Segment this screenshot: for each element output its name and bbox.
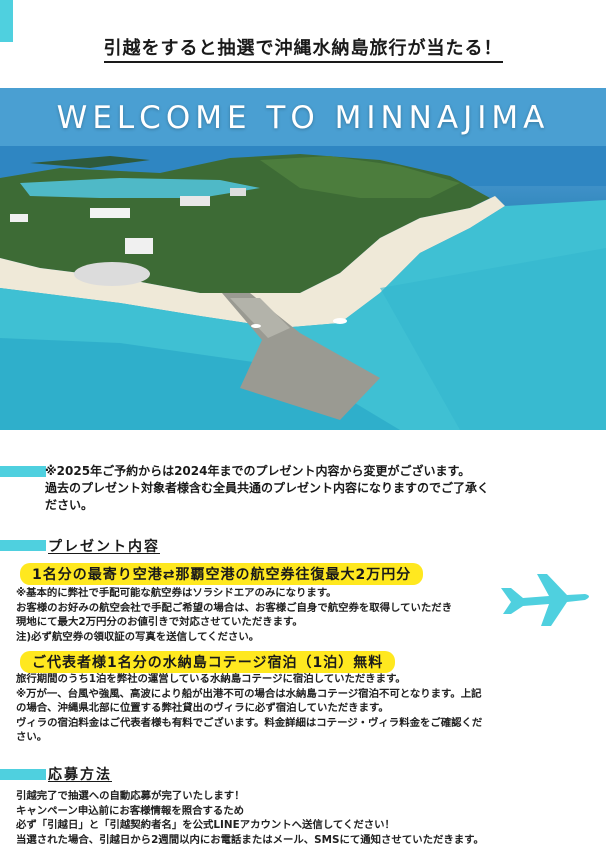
present-heading: プレゼント内容 (48, 539, 160, 555)
island-aerial-illustration (0, 88, 606, 430)
hero-image: WELCOME TO MINNAJIMA (0, 88, 606, 430)
detail-line: ヴィラの宿泊料金はご代表者様も有料でございます。料金詳細はコテージ・ヴィラ料金を… (16, 716, 483, 729)
page-title-wrap: 引越をすると抽選で沖縄水納島旅行が当たる！ (0, 34, 606, 63)
detail-line: 必ず「引越日」と「引越契約者名」を公式LINEアカウントへ送信してください！ (16, 819, 395, 832)
apply-heading: 応募方法 (48, 767, 112, 783)
present-item2-details: 旅行期間のうち1泊を弊社の運営している水納島コテージに宿泊していただきます。 ※… (16, 672, 606, 745)
notice-text: ※2025年ご予約からは2024年までのプレゼント内容から変更がございます。 過… (45, 463, 600, 514)
present-bar (0, 540, 46, 551)
hero-title: WELCOME TO MINNAJIMA (56, 100, 550, 136)
present-item2-title: ご代表者様1名分の水納島コテージ宿泊（1泊）無料 (20, 651, 396, 673)
page-title: 引越をすると抽選で沖縄水納島旅行が当たる！ (103, 34, 503, 63)
detail-line: お客様のお好みの航空会社で手配ご希望の場合は、お客様ご自身で航空券を取得していた… (16, 601, 453, 614)
detail-line: さい。 (16, 731, 48, 744)
detail-line: 旅行期間のうち1泊を弊社の運営している水納島コテージに宿泊していただきます。 (16, 673, 406, 685)
notice-bar (0, 466, 46, 477)
detail-line: ※万が一、台風や強風、高波により船が出港不可の場合は水納島コテージ宿泊不可となり… (16, 687, 482, 700)
notice-line: 過去のプレゼント対象者様含む全員共通のプレゼント内容になりますのでご了承く (45, 481, 490, 495)
detail-line: ※基本的に弊社で手配可能な航空券はソラシドエアのみになります。 (16, 587, 337, 599)
detail-line: 注)必ず航空券の領収証の写真を送信してください。 (16, 630, 260, 643)
notice-line: ださい。 (45, 498, 94, 512)
detail-line: 引越完了で抽選への自動応募が完了いたします！ (16, 790, 245, 802)
detail-line: の場合、沖縄県北部に位置する弊社貸出のヴィラに必ず宿泊していただきます。 (16, 702, 389, 715)
detail-line: キャンペーン申込前にお客様情報を照合するため (16, 804, 245, 817)
detail-line: 現地にて最大2万円分のお値引きで対応させていただきます。 (16, 616, 303, 629)
apply-details: 引越完了で抽選への自動応募が完了いたします！ キャンペーン申込前にお客様情報を照… (16, 789, 606, 847)
notice-line: ※2025年ご予約からは2024年までのプレゼント内容から変更がございます。 (45, 464, 471, 478)
present-item1-details: ※基本的に弊社で手配可能な航空券はソラシドエアのみになります。 お客様のお好みの… (16, 586, 606, 644)
apply-bar (0, 769, 46, 780)
present-item1-title: 1名分の最寄り空港⇄那覇空港の航空券往復最大2万円分 (20, 563, 424, 585)
detail-line: 当選された場合、引越日から2週間以内にお電話またはメール、SMSにて通知させてい… (16, 833, 484, 846)
